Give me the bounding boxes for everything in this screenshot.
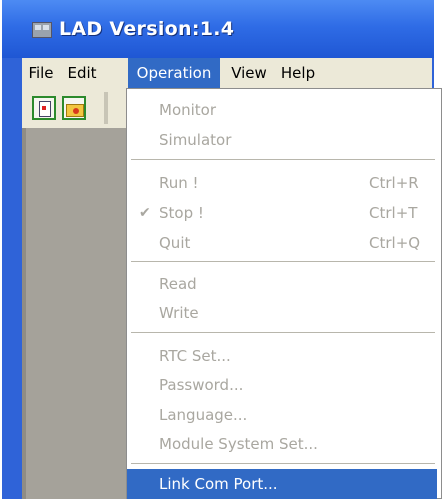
menu-item-quit[interactable]: Quit Ctrl+Q xyxy=(127,228,437,258)
checkmark-icon: ✔ xyxy=(139,205,151,221)
workspace-area xyxy=(22,128,128,499)
menu-separator xyxy=(131,463,435,465)
menu-item-link-com-port[interactable]: Link Com Port... xyxy=(127,469,437,499)
menu-file[interactable]: File xyxy=(24,58,58,88)
menu-bar: File Edit Operation View Help xyxy=(22,58,432,88)
menu-item-simulator[interactable]: Simulator xyxy=(127,125,437,155)
menu-item-rtc-set[interactable]: RTC Set... xyxy=(127,341,437,371)
menu-item-password[interactable]: Password... xyxy=(127,370,437,400)
menu-separator xyxy=(131,332,435,334)
menu-operation[interactable]: Operation xyxy=(128,58,220,88)
window-title: LAD Version:1.4 xyxy=(59,18,235,40)
menu-separator xyxy=(131,159,435,161)
toolbar-divider xyxy=(104,92,108,124)
menu-item-language[interactable]: Language... xyxy=(127,400,437,430)
toolbar xyxy=(22,88,128,128)
menu-separator xyxy=(131,261,435,263)
menu-item-label: Link Com Port... xyxy=(159,475,278,493)
open-folder-icon[interactable] xyxy=(62,96,86,120)
operation-dropdown-menu: Monitor Simulator Run ! Ctrl+R ✔ Stop ! … xyxy=(126,88,442,499)
menu-item-shortcut: Ctrl+R xyxy=(369,174,419,192)
menu-item-label: Read xyxy=(159,275,197,293)
menu-item-label: RTC Set... xyxy=(159,347,231,365)
menu-item-label: Write xyxy=(159,304,199,322)
menu-item-read[interactable]: Read xyxy=(127,269,437,299)
menu-item-stop[interactable]: ✔ Stop ! Ctrl+T xyxy=(127,198,437,228)
menu-edit[interactable]: Edit xyxy=(62,58,102,88)
menu-item-label: Language... xyxy=(159,406,248,424)
menu-item-label: Module System Set... xyxy=(159,435,318,453)
menu-item-label: Run ! xyxy=(159,174,199,192)
menu-item-shortcut: Ctrl+T xyxy=(369,204,418,222)
menu-help[interactable]: Help xyxy=(276,58,320,88)
menu-item-label: Quit xyxy=(159,234,191,252)
menu-item-label: Password... xyxy=(159,376,244,394)
menu-item-module-system-set[interactable]: Module System Set... xyxy=(127,429,437,459)
app-icon xyxy=(32,22,52,38)
title-bar[interactable]: LAD Version:1.4 xyxy=(2,0,434,58)
new-document-icon[interactable] xyxy=(32,96,56,120)
menu-item-run[interactable]: Run ! Ctrl+R xyxy=(127,168,437,198)
menu-item-label: Simulator xyxy=(159,131,232,149)
menu-item-label: Stop ! xyxy=(159,204,204,222)
menu-view[interactable]: View xyxy=(226,58,272,88)
workspace-edge xyxy=(22,128,26,499)
menu-item-label: Monitor xyxy=(159,101,217,119)
menu-item-shortcut: Ctrl+Q xyxy=(369,234,421,252)
menu-item-monitor[interactable]: Monitor xyxy=(127,95,437,125)
menu-item-write[interactable]: Write xyxy=(127,298,437,328)
